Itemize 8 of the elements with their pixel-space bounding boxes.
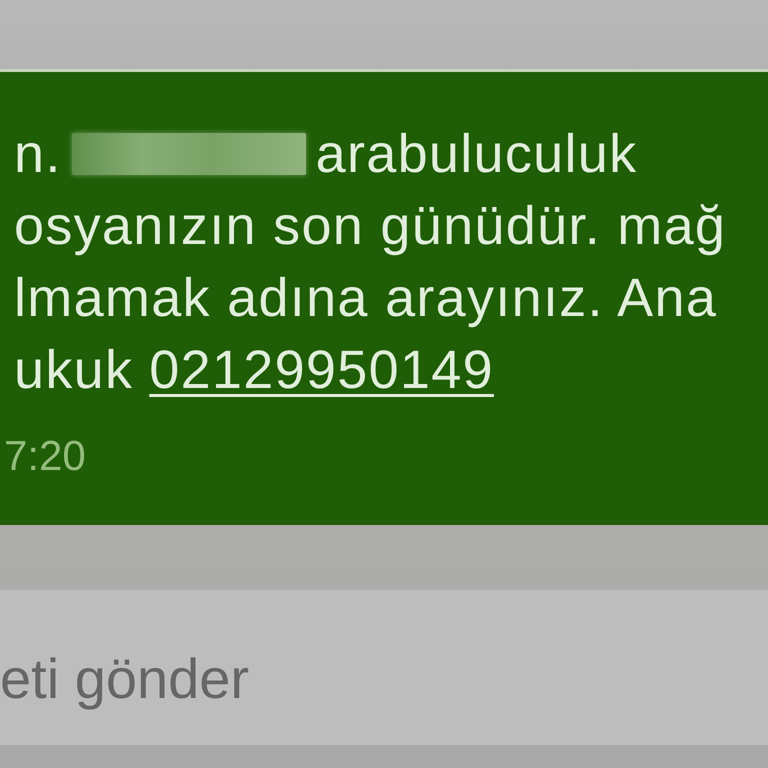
message-text: lmamak adına arayınız. Ana	[14, 267, 718, 330]
message-text: n.	[14, 123, 62, 186]
message-text: arabuluculuk	[316, 123, 638, 186]
message-input-field[interactable]: eti gönder	[0, 590, 768, 745]
message-text: osyanızın son günüdür. mağ	[14, 195, 726, 258]
phone-number-link[interactable]: 02129950149	[149, 341, 494, 399]
message-timestamp: 7:20	[4, 431, 86, 481]
message-text: ukuk	[14, 339, 134, 402]
